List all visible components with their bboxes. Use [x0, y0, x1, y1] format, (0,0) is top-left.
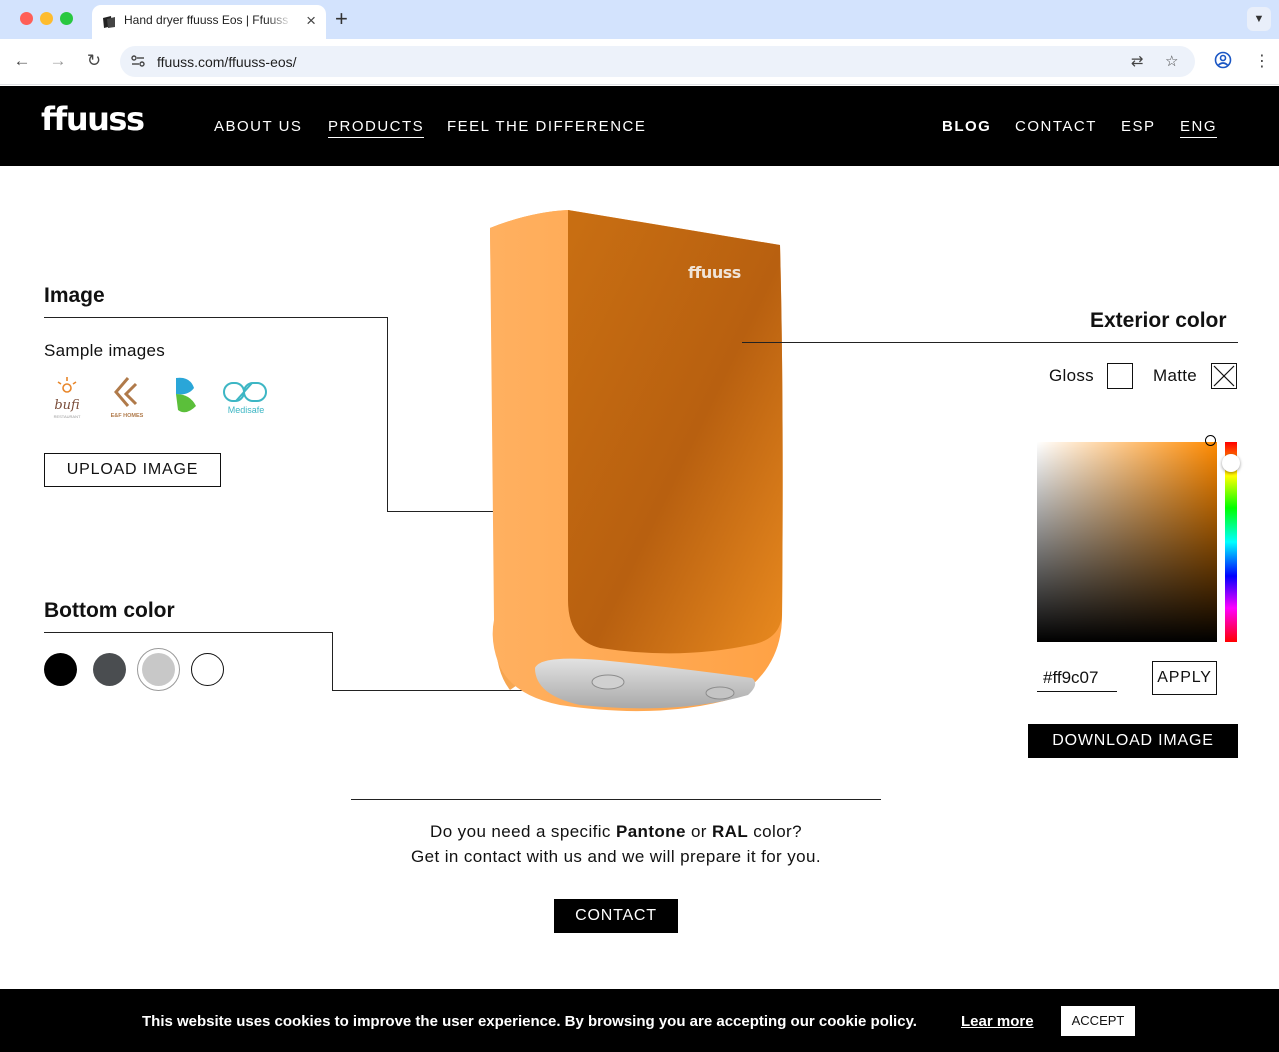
image-divider: [44, 317, 388, 318]
nav-products[interactable]: PRODUCTS: [328, 118, 425, 138]
tab-close-icon[interactable]: ×: [306, 11, 316, 31]
cookie-learn-more-link[interactable]: Lear more: [961, 1013, 1034, 1030]
tab-title: Hand dryer ffuuss Eos | Ffuuss: [124, 13, 289, 27]
site-header: ffuuss ABOUT US PRODUCTS FEEL THE DIFFER…: [0, 86, 1279, 166]
sv-picker-handle[interactable]: [1205, 435, 1216, 446]
nav-about-us[interactable]: ABOUT US: [214, 118, 302, 137]
cta-divider: [351, 799, 881, 800]
forward-arrow-icon[interactable]: →: [47, 50, 69, 72]
tab-search-chevron-icon[interactable]: ▼: [1247, 7, 1271, 31]
hue-slider-handle[interactable]: [1222, 454, 1240, 472]
cookie-accept-button[interactable]: ACCEPT: [1061, 1006, 1135, 1036]
sample-label-bufi: bufi: [54, 398, 79, 413]
cta-pantone: Pantone: [615, 822, 686, 841]
bottom-swatch-light-grey-selected-ring[interactable]: [137, 648, 180, 691]
cta-text-pre: Do you need a specific: [430, 822, 616, 841]
nav-contact[interactable]: CONTACT: [1015, 118, 1097, 137]
site-favicon-icon: [103, 16, 115, 28]
cta-line-2: Get in contact with us and we will prepa…: [411, 847, 821, 866]
gloss-checkbox[interactable]: [1107, 363, 1133, 389]
nav-blog[interactable]: BLOG: [942, 118, 991, 137]
bottom-swatch-black[interactable]: [44, 653, 77, 686]
sample-label-medisafe: Medisafe: [228, 405, 265, 415]
sample-images-label: Sample images: [44, 341, 166, 360]
nav-feel-the-difference[interactable]: FEEL THE DIFFERENCE: [447, 118, 646, 137]
minimize-window-button[interactable]: [40, 12, 53, 25]
browser-toolbar: ← → ↻ ffuuss.com/ffuuss-eos/ ⇄ ☆ ⋮: [0, 39, 1279, 85]
nav-lang-eng[interactable]: ENG: [1180, 118, 1218, 138]
site-info-icon[interactable]: [130, 53, 146, 69]
cookie-banner: This website uses cookies to improve the…: [0, 989, 1279, 1052]
site-logo[interactable]: ffuuss: [41, 100, 145, 138]
hex-color-input[interactable]: [1037, 664, 1117, 692]
saturation-value-picker[interactable]: [1037, 442, 1217, 642]
reload-icon[interactable]: ↻: [83, 50, 105, 72]
sample-image-ef-homes[interactable]: E&F HOMES: [104, 374, 148, 420]
medisafe-logo-icon: Medisafe: [223, 382, 267, 415]
nav-lang-esp[interactable]: ESP: [1121, 118, 1156, 137]
back-arrow-icon[interactable]: ←: [11, 50, 33, 72]
sample-image-bufi[interactable]: bufi RESTAURANT: [46, 374, 90, 420]
leaf-logo-icon: [176, 377, 196, 413]
bottom-swatch-white[interactable]: [191, 653, 224, 686]
upload-image-button[interactable]: UPLOAD IMAGE: [44, 453, 221, 487]
cta-ral: RAL: [712, 822, 749, 841]
bottom-swatch-light-grey: [142, 653, 175, 686]
bottom-color-title: Bottom color: [44, 599, 175, 622]
hand-dryer-product-image: ffuuss: [490, 210, 783, 712]
image-connector-vertical: [387, 317, 388, 511]
cta-line-1: Do you need a specific Pantone or RAL co…: [351, 822, 881, 842]
browser-tab[interactable]: Hand dryer ffuuss Eos | Ffuuss ×: [92, 5, 326, 39]
sample-label-ef-homes: E&F HOMES: [111, 413, 144, 419]
new-tab-icon[interactable]: +: [335, 6, 348, 32]
sample-image-leaf[interactable]: [166, 374, 210, 420]
close-window-button[interactable]: [20, 12, 33, 25]
maximize-window-button[interactable]: [60, 12, 73, 25]
browser-menu-icon[interactable]: ⋮: [1254, 51, 1270, 71]
profile-icon[interactable]: [1214, 51, 1232, 69]
bottom-connector-vertical: [332, 632, 333, 691]
url-text: ffuuss.com/ffuuss-eos/: [157, 54, 297, 70]
product-brand-mark: ffuuss: [688, 263, 741, 282]
download-image-button[interactable]: DOWNLOAD IMAGE: [1028, 724, 1238, 758]
address-bar[interactable]: ffuuss.com/ffuuss-eos/ ⇄ ☆: [120, 46, 1195, 77]
hue-slider[interactable]: [1225, 442, 1237, 642]
matte-label: Matte: [1153, 366, 1198, 385]
exterior-divider-connector: [742, 342, 1238, 343]
bufi-logo-icon: bufi RESTAURANT: [54, 377, 81, 419]
ef-homes-logo-icon: E&F HOMES: [111, 377, 144, 419]
svg-text:RESTAURANT: RESTAURANT: [54, 414, 81, 419]
contact-button[interactable]: CONTACT: [554, 899, 678, 933]
cta-text-or: or: [685, 822, 712, 841]
sample-image-medisafe[interactable]: Medisafe: [222, 374, 270, 420]
bookmark-star-icon[interactable]: ☆: [1165, 52, 1178, 70]
image-panel-title: Image: [44, 284, 105, 307]
checkmark-x-icon: [1213, 365, 1235, 387]
exterior-color-title: Exterior color: [1090, 309, 1227, 332]
bottom-swatch-dark-grey[interactable]: [93, 653, 126, 686]
browser-tab-bar: Hand dryer ffuuss Eos | Ffuuss × + ▼: [0, 0, 1279, 39]
cookie-message: This website uses cookies to improve the…: [142, 1013, 917, 1030]
gloss-label: Gloss: [1049, 366, 1094, 385]
bottom-divider: [44, 632, 333, 633]
apply-color-button[interactable]: APPLY: [1152, 661, 1217, 695]
cta-text-post: color?: [748, 822, 802, 841]
matte-checkbox[interactable]: [1211, 363, 1237, 389]
translate-icon[interactable]: ⇄: [1131, 52, 1144, 70]
